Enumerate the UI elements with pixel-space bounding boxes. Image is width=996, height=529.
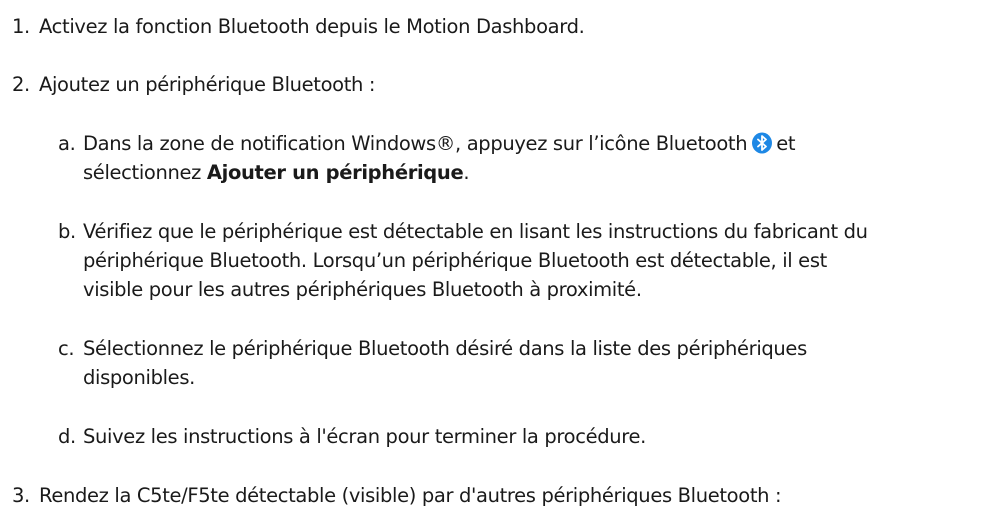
substep-letter: d. [58,425,76,448]
substep-text: visible pour les autres périphériques Bl… [83,278,642,301]
step-text: Ajoutez un périphérique Bluetooth : [39,73,376,96]
step-number: 1. [12,15,30,38]
substep-text-part: . [463,161,470,184]
ui-term-bold: Ajouter un périphérique [206,161,464,184]
substep-text: Dans la zone de notification Windows®, a… [83,131,796,157]
step-number: 3. [12,484,30,507]
step-text: Activez la fonction Bluetooth depuis le … [39,15,585,38]
document-page: 1. Activez la fonction Bluetooth depuis … [0,0,996,529]
substep-text: disponibles. [83,366,195,389]
bluetooth-icon [752,132,773,154]
substep-text-part: et [776,132,796,155]
substep-text: Sélectionnez le périphérique Bluetooth d… [83,337,807,360]
substep-text-part: Dans la zone de notification Windows®, a… [83,132,748,155]
substep-letter: a. [58,132,76,155]
substep-text: périphérique Bluetooth. Lorsqu’un périph… [83,249,827,272]
substep-text: sélectionnez Ajouter un périphérique. [83,160,470,186]
substep-text: Vérifiez que le périphérique est détecta… [83,220,868,243]
substep-letter: b. [58,220,76,243]
substep-letter: c. [58,337,75,360]
substep-text: Suivez les instructions à l'écran pour t… [83,425,646,448]
substep-text-part: sélectionnez [83,161,207,184]
step-text: Rendez la C5te/F5te détectable (visible)… [39,484,782,507]
step-number: 2. [12,73,30,96]
